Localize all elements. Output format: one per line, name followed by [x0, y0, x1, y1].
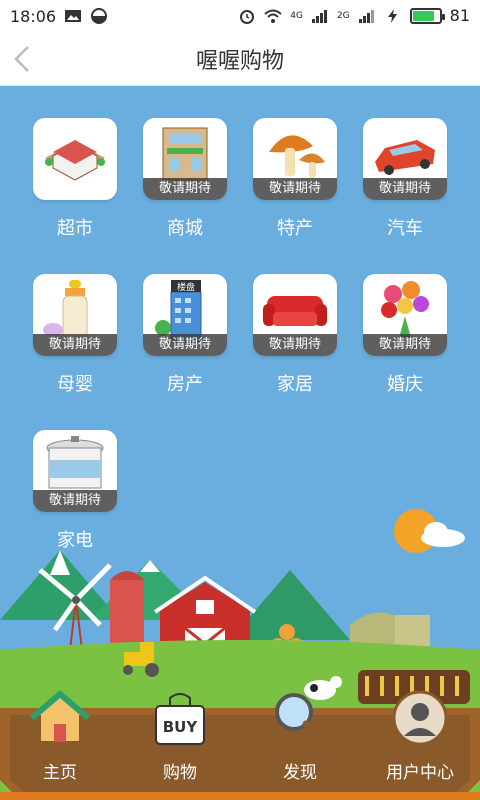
- category-label: 婚庆: [387, 374, 423, 395]
- category-card[interactable]: 敬请期待: [253, 118, 337, 200]
- signal-icon-2: [358, 9, 374, 23]
- cloud-icon: [421, 522, 465, 547]
- page-title: 喔喔购物: [195, 49, 284, 74]
- category-card[interactable]: 敬请期待: [363, 274, 447, 356]
- alarm-icon: [240, 9, 255, 24]
- category-baby[interactable]: 敬请期待 母婴: [10, 274, 120, 414]
- status-left-icons: [64, 8, 108, 24]
- coming-soon-badge: 敬请期待: [33, 334, 117, 356]
- tab-home[interactable]: 主页: [5, 680, 115, 790]
- category-card[interactable]: [33, 118, 117, 200]
- category-mall[interactable]: 敬请期待 商城: [120, 118, 230, 258]
- coming-soon-badge: 敬请期待: [253, 178, 337, 200]
- tab-shopping[interactable]: BUY 购物: [125, 680, 235, 790]
- user-avatar-icon: [392, 690, 448, 746]
- status-time: 18:06: [10, 7, 57, 26]
- tab-label: 发现: [283, 763, 317, 783]
- category-card[interactable]: 敬请期待: [143, 118, 227, 200]
- coming-soon-badge: 敬请期待: [253, 334, 337, 356]
- network-2g-label: 2G: [336, 10, 350, 21]
- tab-label: 主页: [43, 763, 77, 783]
- coming-soon-badge: 敬请期待: [143, 178, 227, 200]
- house-icon: [30, 690, 90, 743]
- tab-label: 用户中心: [386, 763, 454, 783]
- category-card[interactable]: 敬请期待: [363, 118, 447, 200]
- category-label: 超市: [57, 218, 93, 239]
- category-label: 商城: [167, 218, 203, 239]
- header-bar: 喔喔购物: [0, 32, 480, 86]
- category-supermarket[interactable]: 超市: [10, 118, 120, 258]
- bottom-nav: 主页 BUY 购物 发现 用户中心: [0, 680, 480, 800]
- status-bar: 18:06 4G 2G 81: [0, 0, 480, 32]
- category-appliances[interactable]: 敬请期待 家电: [10, 430, 120, 570]
- coming-soon-badge: 敬请期待: [363, 178, 447, 200]
- buy-bag-icon: BUY: [155, 693, 205, 745]
- category-label: 汽车: [387, 218, 423, 239]
- tab-label: 购物: [163, 763, 197, 783]
- category-card[interactable]: 敬请期待: [33, 430, 117, 512]
- charging-icon: [387, 8, 397, 23]
- coming-soon-badge: 敬请期待: [143, 334, 227, 356]
- category-auto[interactable]: 敬请期待 汽车: [340, 118, 450, 258]
- category-label: 特产: [277, 218, 313, 239]
- signal-icon-1: [311, 9, 327, 23]
- category-card[interactable]: 敬请期待: [33, 274, 117, 356]
- category-home[interactable]: 敬请期待 家居: [230, 274, 340, 414]
- status-right: 4G 2G 81: [238, 6, 470, 25]
- tab-discover[interactable]: 发现: [245, 680, 355, 790]
- category-label: 房产: [167, 374, 203, 395]
- category-card[interactable]: 楼盘 敬请期待: [143, 274, 227, 356]
- battery-icon: [409, 7, 445, 24]
- network-4g-label: 4G: [290, 10, 303, 21]
- coming-soon-badge: 敬请期待: [33, 490, 117, 512]
- wifi-icon: [264, 9, 282, 23]
- category-wedding[interactable]: 敬请期待 婚庆: [340, 274, 450, 414]
- coming-soon-badge: 敬请期待: [363, 334, 447, 356]
- category-label: 家电: [57, 530, 93, 551]
- half-moon-icon: [91, 8, 107, 24]
- image-icon: [65, 10, 81, 22]
- category-label: 母婴: [57, 374, 93, 395]
- building-sign-text: 楼盘: [177, 281, 195, 293]
- category-card[interactable]: 敬请期待: [253, 274, 337, 356]
- category-realestate[interactable]: 楼盘 敬请期待 房产: [120, 274, 230, 414]
- supermarket-icon: [45, 140, 105, 181]
- tab-user-center[interactable]: 用户中心: [365, 680, 475, 790]
- battery-level: 81: [449, 6, 470, 25]
- category-specialty[interactable]: 敬请期待 特产: [230, 118, 340, 258]
- buy-text: BUY: [163, 718, 199, 736]
- magnifier-icon: [275, 693, 328, 746]
- category-label: 家居: [277, 374, 313, 395]
